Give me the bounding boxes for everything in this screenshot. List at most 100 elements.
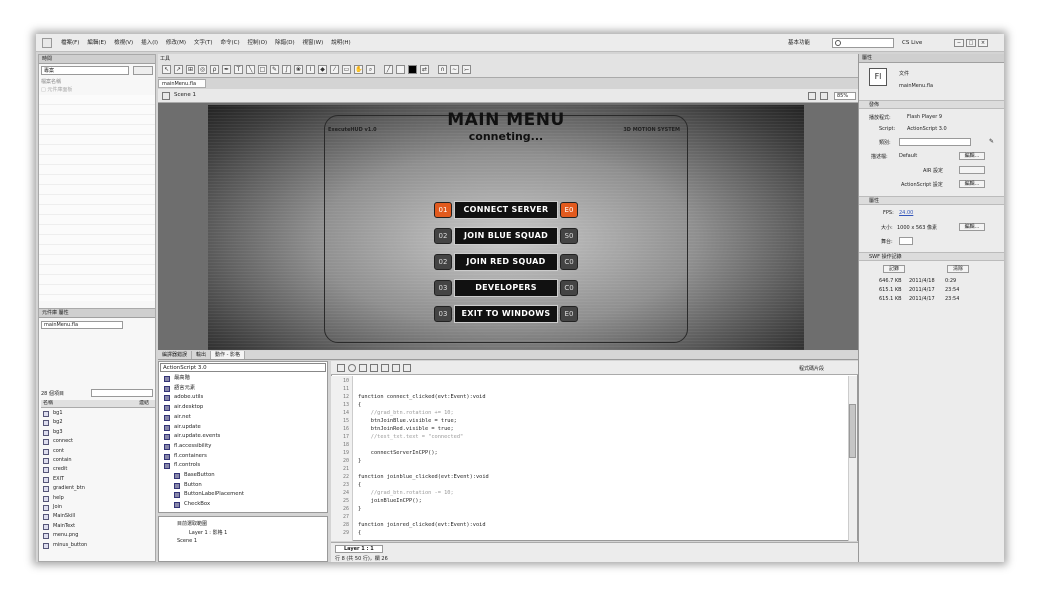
workspace-switcher[interactable]: 基本功能 <box>788 38 826 48</box>
hand-icon[interactable]: ✋ <box>354 65 363 74</box>
smooth-icon[interactable]: ∼ <box>450 65 459 74</box>
library-col-name[interactable]: 名稱 連結 <box>41 400 155 408</box>
search-input[interactable] <box>832 38 894 48</box>
as-edit-button[interactable]: 編輯... <box>959 180 985 188</box>
layer-tab[interactable]: Layer 1 : 1 <box>335 545 383 553</box>
code-line[interactable]: //grad_btn.rotation -= 10; <box>358 490 454 496</box>
library-item[interactable]: bg1 <box>41 409 155 418</box>
properties-section[interactable]: 屬性 <box>859 196 1004 205</box>
rectangle-tool-icon[interactable]: □ <box>258 65 267 74</box>
stroke-color-icon[interactable]: ╱ <box>384 65 393 74</box>
free-transform-icon[interactable]: ⊞ <box>186 65 195 74</box>
library-item[interactable]: contain <box>41 456 155 465</box>
zoom-select[interactable]: 85% <box>834 92 856 100</box>
menu-text[interactable]: 文字(T) <box>191 34 216 52</box>
clear-button[interactable]: 清除 <box>947 265 969 273</box>
tab-actions-frame[interactable]: 動作 - 影格 <box>211 351 246 359</box>
air-settings-button[interactable] <box>959 166 985 174</box>
menu-modify[interactable]: 修改(M) <box>163 34 189 52</box>
snap-icon[interactable]: ∩ <box>438 65 447 74</box>
as-list-item[interactable]: 語言元素 <box>160 384 318 393</box>
code-line[interactable]: //grad_btn.rotation += 10; <box>358 410 454 416</box>
as-list-item[interactable]: fl.containers <box>160 452 318 461</box>
code-line[interactable]: { <box>358 402 361 408</box>
as-list-item[interactable]: 最高階 <box>160 374 318 383</box>
tab-library[interactable]: 元件庫 <box>42 310 57 316</box>
code-hint-icon[interactable] <box>392 364 400 372</box>
3d-rotation-icon[interactable]: ◎ <box>198 65 207 74</box>
black-swatch-icon[interactable] <box>408 65 417 74</box>
as-list-item[interactable]: air.update <box>160 423 318 432</box>
code-line[interactable]: connectServerInCPP(); <box>358 450 438 456</box>
selection-tool-icon[interactable]: ↖ <box>162 65 171 74</box>
target-icon[interactable] <box>359 364 367 372</box>
edit-scene-icon[interactable] <box>808 92 816 100</box>
line-tool-icon[interactable]: ╲ <box>246 65 255 74</box>
code-line[interactable]: function joinred_clicked(evt:Event):void <box>358 522 486 528</box>
code-line[interactable]: } <box>358 458 361 464</box>
library-file-select[interactable]: mainMenu.fla <box>41 321 123 329</box>
menu-file[interactable]: 檔案(F) <box>58 34 82 52</box>
deco-icon[interactable]: ❀ <box>294 65 303 74</box>
tab-properties-small[interactable]: 屬性 <box>59 310 69 316</box>
code-snippets-button[interactable]: 程式碼片段 <box>799 365 824 372</box>
stage[interactable]: ExecuteHUD v1.0 3D MOTION SYSTEM MAIN ME… <box>208 105 804 350</box>
cs-live-button[interactable]: CS Live <box>902 38 942 48</box>
code-scroll-thumb[interactable] <box>849 404 856 458</box>
fps-value[interactable]: 24.00 <box>899 210 913 216</box>
tree-scene[interactable]: Scene 1 <box>177 538 197 544</box>
menu-view[interactable]: 檢視(V) <box>111 34 136 52</box>
library-item[interactable]: connect <box>41 437 155 446</box>
as-list-item[interactable]: fl.controls <box>160 461 318 470</box>
app-logo-icon[interactable] <box>42 38 52 48</box>
menu-insert[interactable]: 插入(I) <box>138 34 161 52</box>
library-item[interactable]: Join <box>41 503 155 512</box>
fill-color-icon[interactable] <box>396 65 405 74</box>
pencil-icon[interactable]: ✎ <box>270 65 279 74</box>
library-item[interactable]: gradient_btn <box>41 484 155 493</box>
tree-current-selection[interactable]: 目前選取範圍 <box>177 520 207 527</box>
library-item[interactable]: EXIT <box>41 475 155 484</box>
library-item[interactable]: credit <box>41 465 155 474</box>
as-list-item[interactable]: CheckBox <box>160 500 318 509</box>
tab-output[interactable]: 輸出 <box>192 351 212 359</box>
as-version-select[interactable]: ActionScript 3.0 <box>160 363 326 372</box>
library-search-input[interactable] <box>91 389 153 397</box>
pen-icon[interactable]: ✒ <box>222 65 231 74</box>
player-value[interactable]: Flash Player 9 <box>907 114 942 120</box>
zoom-icon[interactable]: ⌕ <box>366 65 375 74</box>
doc-tab[interactable]: mainMenu.fla <box>158 79 206 88</box>
profile-edit-button[interactable]: 編輯... <box>959 152 985 160</box>
eyedropper-icon[interactable]: ⁄ <box>330 65 339 74</box>
log-button[interactable]: 記錄 <box>883 265 905 273</box>
code-line[interactable]: { <box>358 482 361 488</box>
maximize-button[interactable]: □ <box>966 39 976 47</box>
menu-commands[interactable]: 命令(C) <box>217 34 242 52</box>
menu-window[interactable]: 視窗(W) <box>300 34 327 52</box>
library-item[interactable]: cont <box>41 447 155 456</box>
as-list-item[interactable]: BaseButton <box>160 471 318 480</box>
code-line[interactable]: //test_txt.text = "connected" <box>358 434 464 440</box>
code-line[interactable]: joinBlueInCPP(); <box>358 498 422 504</box>
menu-edit[interactable]: 編輯(E) <box>84 34 109 52</box>
as-list-item[interactable]: air.desktop <box>160 403 318 412</box>
library-item[interactable]: bg3 <box>41 428 155 437</box>
tree-layer-frame[interactable]: Layer 1 : 影格 1 <box>189 529 227 536</box>
scene-label[interactable]: Scene 1 <box>174 92 196 98</box>
timeline-tab[interactable]: 時間 <box>39 55 155 64</box>
add-icon[interactable] <box>337 364 345 372</box>
as-list-item[interactable]: air.update.events <box>160 432 318 441</box>
code-line[interactable]: function connect_clicked(evt:Event):void <box>358 394 486 400</box>
code-line[interactable]: btnJoinRed.visible = true; <box>358 426 454 432</box>
paint-bucket-icon[interactable]: ◆ <box>318 65 327 74</box>
menu-control[interactable]: 控制(O) <box>245 34 271 52</box>
straighten-icon[interactable]: ⤚ <box>462 65 471 74</box>
library-item[interactable]: MainText <box>41 522 155 531</box>
as-list-item[interactable]: adobe.utils <box>160 393 318 402</box>
check-syntax-icon[interactable] <box>370 364 378 372</box>
brush-icon[interactable]: ∫ <box>282 65 291 74</box>
eraser-icon[interactable]: ▭ <box>342 65 351 74</box>
class-field[interactable] <box>899 138 971 146</box>
library-item[interactable]: MainSkill <box>41 512 155 521</box>
library-item[interactable]: menu.png <box>41 531 155 540</box>
